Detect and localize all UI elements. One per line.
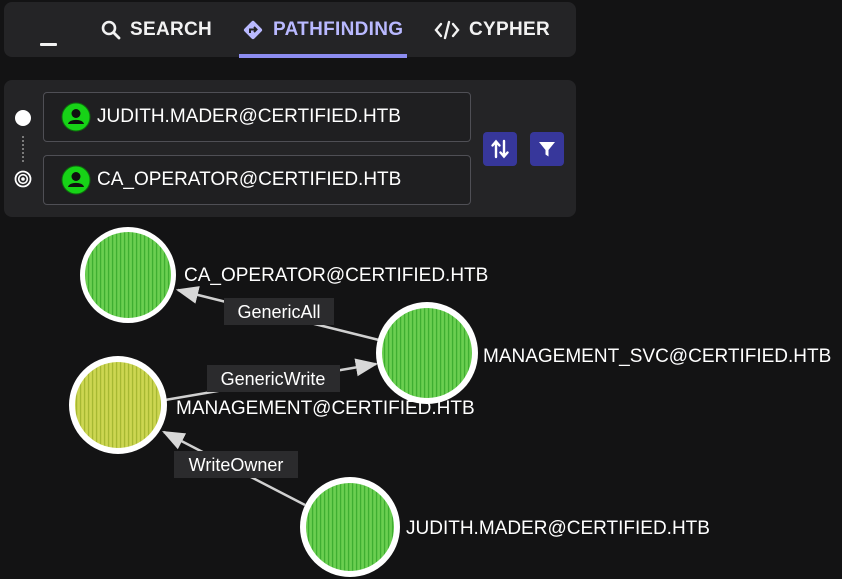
node-label-ca-operator: CA_OPERATOR@CERTIFIED.HTB — [184, 265, 488, 286]
edge-label-writeowner: WriteOwner — [174, 451, 298, 478]
graph-node-ca-operator[interactable] — [80, 227, 176, 323]
graph-node-management[interactable] — [69, 356, 167, 454]
node-label-judith: JUDITH.MADER@CERTIFIED.HTB — [406, 518, 710, 539]
edge-label-genericwrite: GenericWrite — [207, 365, 340, 392]
edge-label-writeowner-text: WriteOwner — [189, 455, 284, 475]
graph-node-management-svc[interactable] — [376, 302, 478, 404]
node-label-management-svc: MANAGEMENT_SVC@CERTIFIED.HTB — [483, 346, 831, 367]
edge-label-genericall: GenericAll — [224, 298, 334, 325]
edge-label-genericall-text: GenericAll — [237, 302, 320, 322]
graph-canvas[interactable]: GenericAll GenericWrite WriteOwner CA_OP… — [0, 0, 842, 579]
node-label-management: MANAGEMENT@CERTIFIED.HTB — [176, 398, 475, 419]
edge-label-genericwrite-text: GenericWrite — [221, 369, 326, 389]
graph-node-judith[interactable] — [300, 477, 400, 577]
